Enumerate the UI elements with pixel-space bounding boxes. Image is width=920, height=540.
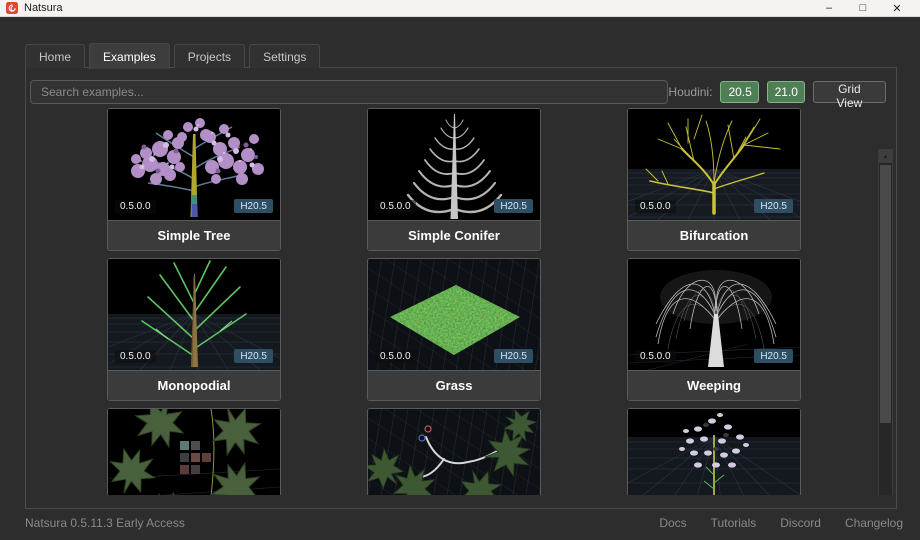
search-input[interactable] — [30, 80, 668, 104]
example-card-weeping[interactable]: 0.5.0.0 H20.5 Weeping — [627, 258, 801, 401]
card-title: Simple Tree — [108, 220, 280, 250]
tab-examples[interactable]: Examples — [89, 43, 170, 69]
houdini-badge: H20.5 — [234, 199, 273, 213]
card-title: Grass — [368, 370, 540, 400]
tab-bar: Home Examples Projects Settings — [25, 42, 320, 68]
houdini-badge: H20.5 — [234, 349, 273, 363]
leaf-atlas-thumbnail — [108, 409, 280, 495]
houdini-badge: H20.5 — [754, 349, 793, 363]
card-title: Bifurcation — [628, 220, 800, 250]
window-title: Natsura — [24, 2, 63, 14]
houdini-badge: H20.5 — [494, 199, 533, 213]
card-version-label: 0.5.0.0 — [115, 350, 156, 363]
scroll-up-icon[interactable]: ▲ — [879, 150, 892, 163]
example-card-partial-sapling-roots[interactable] — [627, 408, 801, 495]
grid-view-button[interactable]: Grid View — [813, 81, 886, 103]
example-card-simple-conifer[interactable]: 0.5.0.0 H20.5 Simple Conifer — [367, 108, 541, 251]
status-bar: Natsura 0.5.11.3 Early Access Docs Tutor… — [0, 510, 920, 540]
tab-home[interactable]: Home — [25, 44, 85, 68]
houdini-label: Houdini: — [668, 85, 720, 99]
grass-thumbnail: 0.5.0.0 H20.5 — [368, 259, 540, 370]
titlebar: Natsura – □ ✕ — [0, 0, 920, 17]
card-version-label: 0.5.0.0 — [635, 200, 676, 213]
app-logo-icon — [6, 2, 18, 14]
card-version-label: 0.5.0.0 — [375, 200, 416, 213]
close-icon[interactable]: ✕ — [880, 0, 914, 16]
card-title: Monopodial — [108, 370, 280, 400]
app-version-status: Natsura 0.5.11.3 Early Access — [25, 516, 185, 530]
houdini-badge: H20.5 — [494, 349, 533, 363]
monopodial-thumbnail: 0.5.0.0 H20.5 — [108, 259, 280, 370]
vertical-scrollbar[interactable]: ▲ ▼ — [878, 149, 893, 495]
bifurcation-thumbnail: 0.5.0.0 H20.5 — [628, 109, 800, 220]
discord-link[interactable]: Discord — [780, 516, 821, 530]
simple-conifer-thumbnail: 0.5.0.0 H20.5 — [368, 109, 540, 220]
weeping-thumbnail: 0.5.0.0 H20.5 — [628, 259, 800, 370]
houdini-version-21-0-button[interactable]: 21.0 — [767, 81, 805, 103]
example-card-simple-tree[interactable]: 0.5.0.0 H20.5 Simple Tree — [107, 108, 281, 251]
tutorials-link[interactable]: Tutorials — [711, 516, 757, 530]
scrollbar-thumb[interactable] — [880, 165, 891, 423]
example-card-partial-leaf-branch[interactable] — [367, 408, 541, 495]
scrollbar-track[interactable] — [879, 163, 892, 495]
examples-grid: 0.5.0.0 H20.5 Simple Tree — [26, 108, 896, 495]
minimize-icon[interactable]: – — [812, 0, 846, 16]
card-title: Simple Conifer — [368, 220, 540, 250]
leaf-branch-thumbnail — [368, 409, 540, 495]
tab-projects[interactable]: Projects — [174, 44, 245, 68]
example-card-partial-leaf-atlas[interactable] — [107, 408, 281, 495]
docs-link[interactable]: Docs — [659, 516, 686, 530]
card-version-label: 0.5.0.0 — [115, 200, 156, 213]
example-card-grass[interactable]: 0.5.0.0 H20.5 Grass — [367, 258, 541, 401]
tab-settings[interactable]: Settings — [249, 44, 320, 68]
example-card-monopodial[interactable]: 0.5.0.0 H20.5 Monopodial — [107, 258, 281, 401]
changelog-link[interactable]: Changelog — [845, 516, 903, 530]
simple-tree-thumbnail: 0.5.0.0 H20.5 — [108, 109, 280, 220]
maximize-icon[interactable]: □ — [846, 0, 880, 16]
houdini-version-20-5-button[interactable]: 20.5 — [720, 81, 758, 103]
sapling-roots-thumbnail — [628, 409, 800, 495]
card-version-label: 0.5.0.0 — [375, 350, 416, 363]
toolbar: Houdini: 20.5 21.0 Grid View — [26, 68, 896, 108]
example-card-bifurcation[interactable]: 0.5.0.0 H20.5 Bifurcation — [627, 108, 801, 251]
houdini-badge: H20.5 — [754, 199, 793, 213]
card-version-label: 0.5.0.0 — [635, 350, 676, 363]
card-title: Weeping — [628, 370, 800, 400]
examples-panel: Houdini: 20.5 21.0 Grid View — [25, 67, 897, 509]
